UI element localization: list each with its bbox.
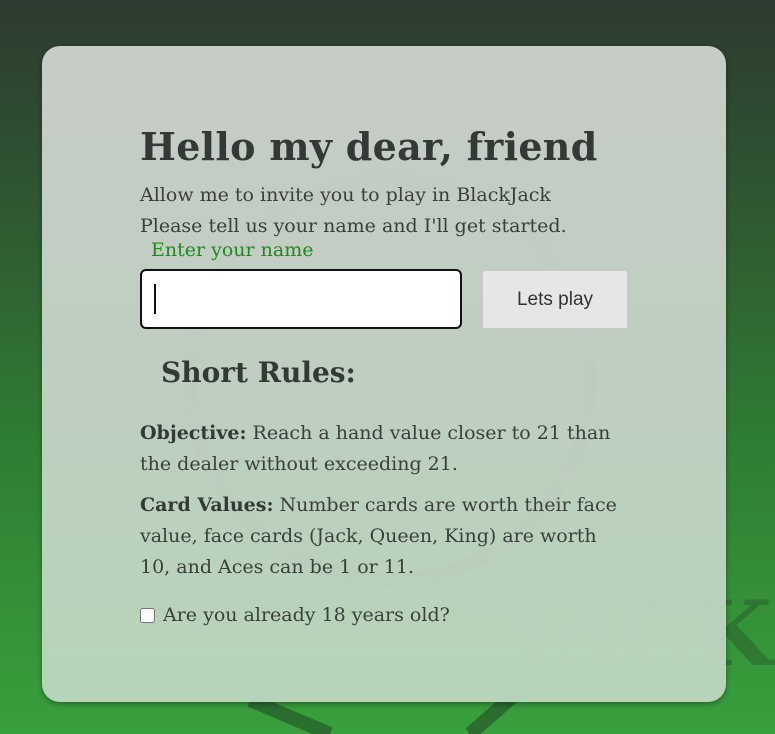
name-input-label: Enter your name — [151, 239, 314, 261]
rule-card-values-label: Card Values: — [140, 494, 274, 516]
intro-text: Allow me to invite you to play in BlackJ… — [140, 180, 567, 242]
rules-heading: Short Rules: — [161, 356, 356, 389]
text-caret — [154, 284, 156, 314]
intro-line-invite: Allow me to invite you to play in BlackJ… — [140, 184, 551, 206]
rule-card-values: Card Values: Number cards are worth thei… — [140, 490, 620, 583]
name-input[interactable] — [140, 269, 462, 329]
welcome-card: Hello my dear, friend Allow me to invite… — [42, 46, 726, 702]
age-checkbox-label: Are you already 18 years old? — [163, 604, 450, 626]
age-confirmation[interactable]: Are you already 18 years old? — [140, 604, 450, 626]
intro-line-name-request: Please tell us your name and I'll get st… — [140, 215, 567, 237]
page-title: Hello my dear, friend — [140, 124, 598, 169]
age-checkbox[interactable] — [140, 607, 155, 623]
rule-objective-label: Objective: — [140, 422, 247, 444]
rule-objective: Objective: Reach a hand value closer to … — [140, 418, 620, 480]
lets-play-button[interactable]: Lets play — [482, 270, 628, 329]
